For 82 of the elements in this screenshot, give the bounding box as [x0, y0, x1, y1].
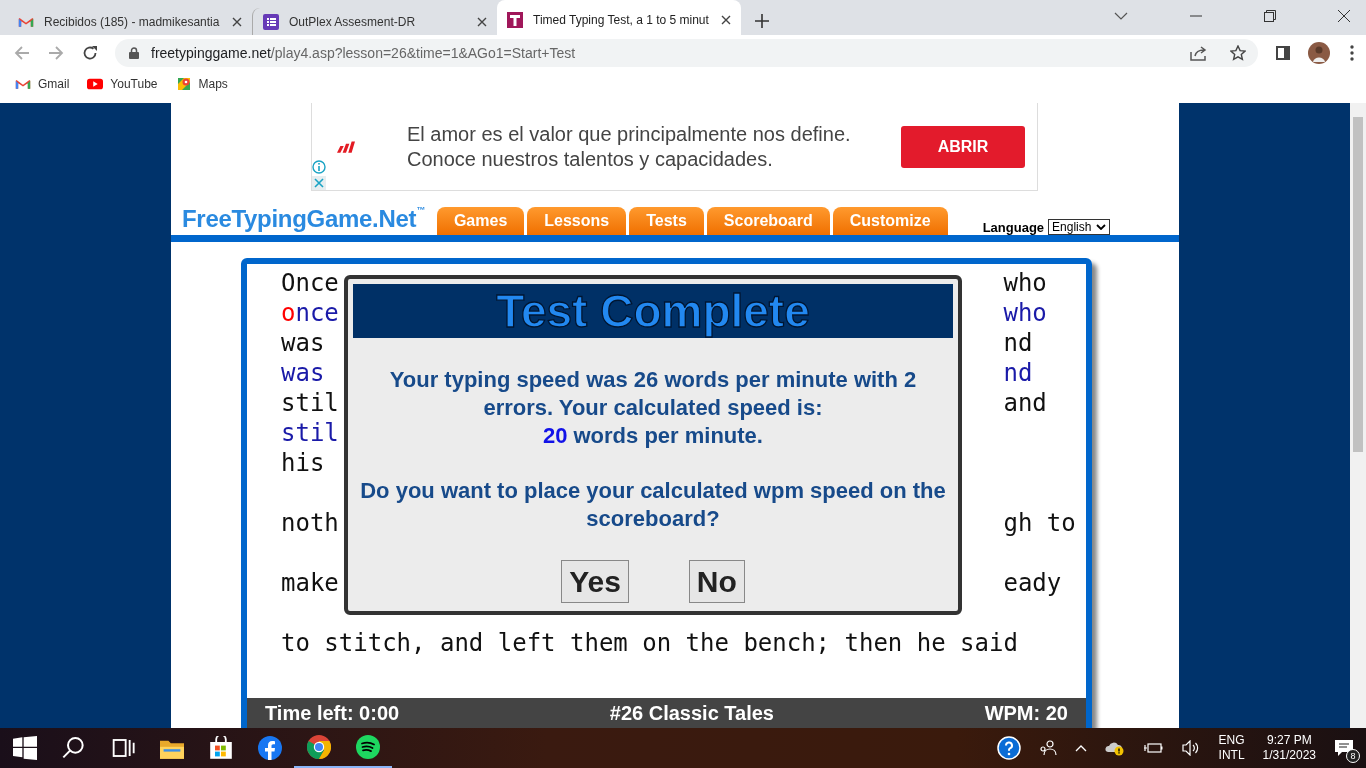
passage-text: Once: [281, 268, 339, 298]
side-panel-icon[interactable]: [1276, 45, 1290, 60]
passage-text: and: [1003, 388, 1047, 418]
speed-unit: words per minute.: [573, 422, 763, 450]
result-text: Your typing speed was 26 words per minute with 2 errors. Your calculated speed is:: [388, 366, 918, 422]
language-label: Language: [982, 219, 1045, 235]
time-left: Time left: 0:00: [265, 701, 400, 725]
passage-text: gh to: [1003, 508, 1076, 538]
list-icon: [263, 13, 279, 30]
notification-icon[interactable]: [1334, 739, 1354, 757]
search-icon[interactable]: [61, 736, 86, 760]
help-icon[interactable]: [996, 736, 1021, 760]
open-button[interactable]: ABRIR: [901, 125, 1025, 168]
bookmark[interactable]: YouTube: [87, 75, 158, 92]
close-icon[interactable]: [232, 16, 242, 27]
passage-text: his: [281, 448, 325, 478]
browser-tab[interactable]: Timed Typing Test, a 1 to 5 minut: [497, 0, 741, 35]
passage-text: make: [281, 568, 339, 598]
lesson-title: #26 Classic Tales: [609, 701, 774, 725]
passage-text: stil: [281, 388, 339, 418]
bookmark[interactable]: Maps: [175, 75, 228, 92]
notification-count: 8: [1346, 749, 1360, 763]
shopping-bag-icon[interactable]: [208, 736, 233, 760]
windows-icon[interactable]: [12, 736, 37, 760]
plus-icon[interactable]: [755, 14, 769, 28]
clock-date[interactable]: 1/31/2023: [1262, 748, 1316, 763]
address-bar[interactable]: freetypinggame.net/play4.asp?lesson=26&time=1&AGo1=Start+Test: [115, 38, 1258, 67]
tab-title: Recibidos (185) - madmikesantia: [44, 14, 221, 29]
question-text: Do you want to place your calculated wpm speed on the scoreboard?: [359, 477, 947, 533]
input-language[interactable]: ENG: [1218, 733, 1245, 748]
info-icon[interactable]: [312, 160, 326, 174]
share-icon[interactable]: [1190, 44, 1208, 61]
url-text: freetypinggame.net/play4.asp?lesson=26&time=1&AGo1=Start+Test: [151, 44, 576, 61]
browser-tab[interactable]: Recibidos (185) - madmikesantia: [8, 8, 252, 35]
chrome-icon[interactable]: [306, 735, 331, 759]
tab-title: OutPlex Assesment-DR: [289, 14, 417, 29]
typed-text: once: [281, 298, 339, 328]
site-logo[interactable]: FreeTypingGame.Net$^{™}$: [182, 205, 425, 233]
volume-icon[interactable]: [1180, 740, 1201, 756]
keyboard-layout[interactable]: INTL: [1218, 748, 1245, 763]
close-icon[interactable]: [721, 14, 731, 25]
wpm-reading: WPM: 20: [984, 701, 1068, 725]
passage-text: to stitch, and left them on the bench; then he said: [281, 628, 1018, 658]
avatar-icon[interactable]: [1308, 41, 1330, 64]
more-menu-icon[interactable]: [1350, 44, 1354, 61]
close-icon[interactable]: [1338, 10, 1350, 22]
star-icon[interactable]: [1230, 44, 1246, 61]
typed-text: stil: [281, 418, 339, 448]
scrollbar[interactable]: [1350, 103, 1366, 728]
passage-text: eady: [1003, 568, 1062, 598]
speed-value: 20: [543, 422, 568, 450]
tab-title: Timed Typing Test, a 1 to 5 minut: [533, 12, 710, 27]
chevron-up-icon[interactable]: [1074, 744, 1087, 752]
chevron-down-icon[interactable]: [1114, 12, 1128, 20]
passage-text: noth: [281, 508, 339, 538]
restore-icon[interactable]: [1264, 10, 1276, 22]
reload-icon[interactable]: [82, 44, 98, 61]
chevron-down-icon: [1096, 224, 1107, 230]
passage-text: was: [281, 328, 325, 358]
battery-plug-icon[interactable]: [1142, 741, 1163, 755]
dialog-title: Test Complete: [496, 284, 810, 338]
letter-t-icon: [507, 11, 523, 28]
map-pin-icon: [175, 75, 192, 92]
typed-text: was: [281, 358, 325, 388]
close-icon[interactable]: [477, 16, 487, 27]
language-select[interactable]: English: [1048, 219, 1111, 235]
typed-text: nd: [1003, 358, 1033, 388]
cloud-warning-icon[interactable]: [1104, 740, 1125, 756]
bookmark[interactable]: Gmail: [15, 75, 70, 92]
f-logo-icon[interactable]: [257, 736, 282, 760]
clock-time[interactable]: 9:27 PM: [1266, 733, 1312, 748]
spotify-icon[interactable]: [355, 735, 380, 759]
task-view-icon[interactable]: [110, 736, 135, 760]
passage-text: nd: [1003, 328, 1033, 358]
passage-text: who: [1003, 268, 1047, 298]
typed-text: who: [1003, 298, 1047, 328]
lock-icon: [129, 46, 139, 59]
people-icon[interactable]: [1038, 740, 1057, 756]
no-button[interactable]: No: [688, 560, 745, 603]
ad-text: El amor es el valor que principalmente nos define. Conoce nuestros talentos y capacidades.: [407, 121, 851, 172]
bank-logo-icon: [337, 140, 355, 153]
yes-button[interactable]: Yes: [561, 560, 629, 603]
